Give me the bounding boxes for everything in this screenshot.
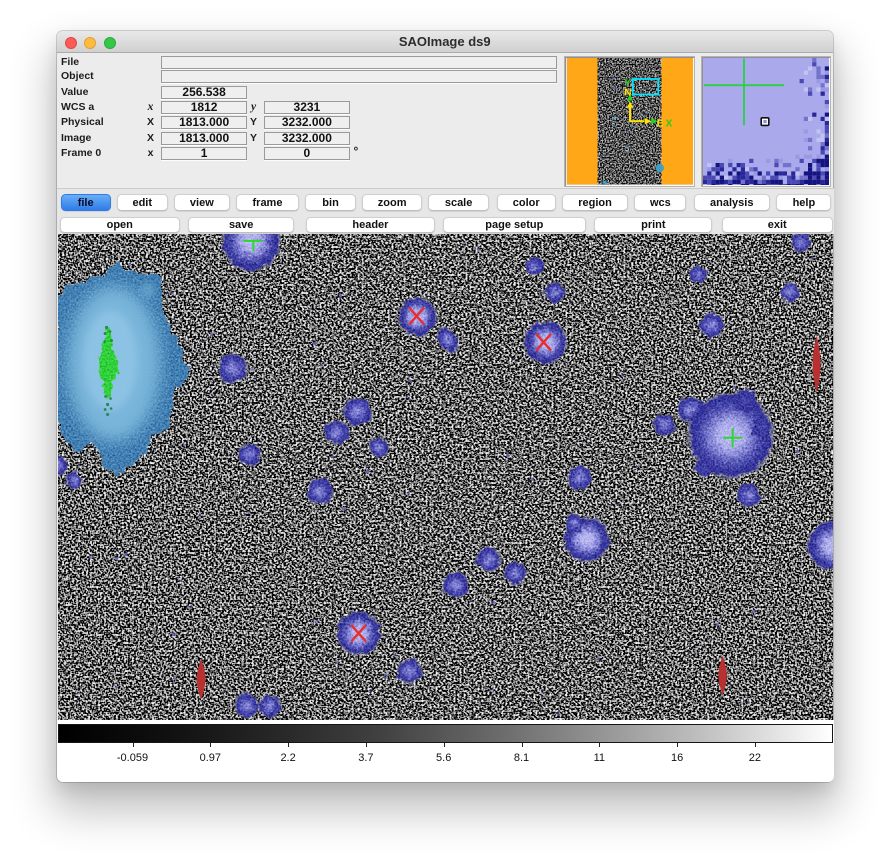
svg-text:N: N — [624, 88, 631, 99]
svg-text:E: E — [656, 118, 663, 129]
svg-text:X: X — [665, 118, 672, 129]
